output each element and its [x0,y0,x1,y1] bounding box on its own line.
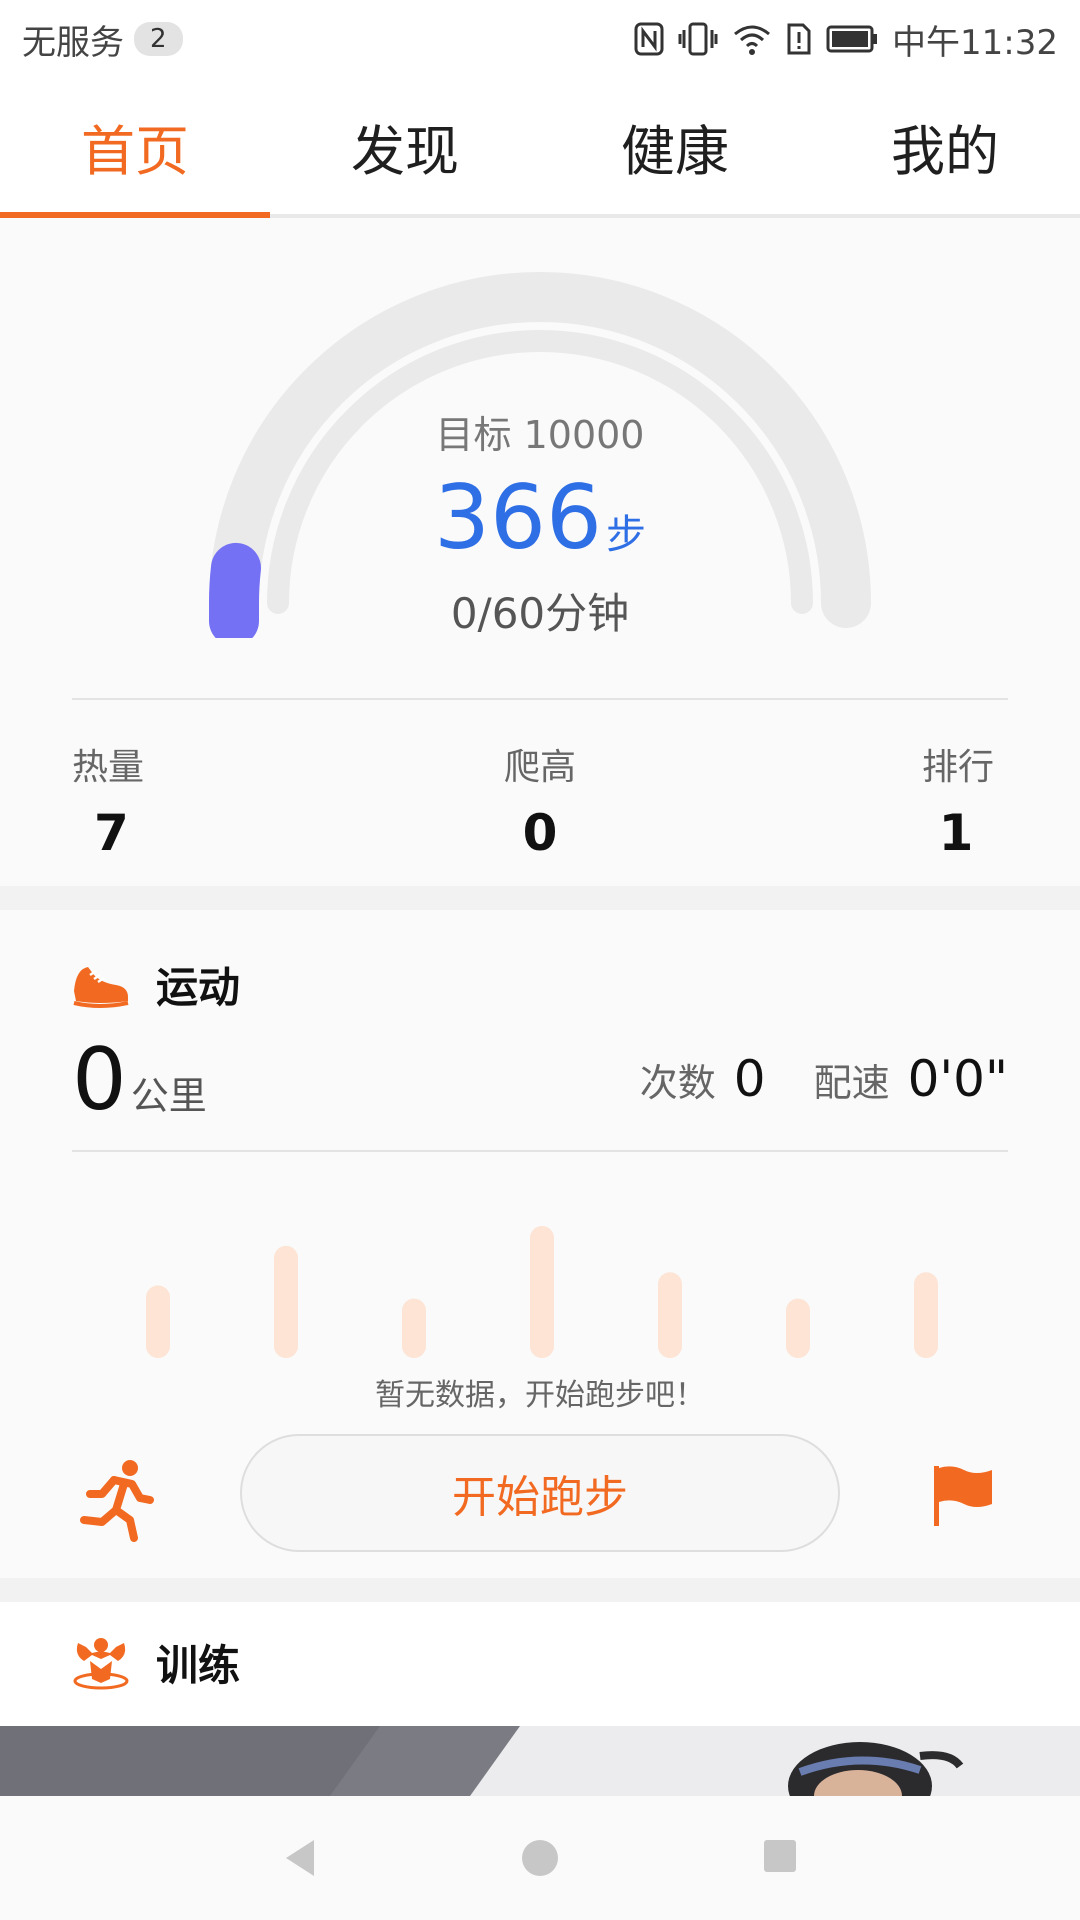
placeholder-bar [658,1272,682,1358]
tab-me[interactable]: 我的 [810,78,1080,214]
home-icon[interactable] [520,1838,560,1878]
step-count-line: 366 步 [0,466,1080,569]
placeholder-bar [914,1272,938,1358]
steps-divider [72,698,1008,700]
runner-icon[interactable] [80,1458,154,1542]
muscle-icon [73,1637,129,1689]
carrier-text: 无服务 [22,22,124,63]
recent-apps-icon[interactable] [762,1838,798,1874]
stat-label: 排行 [921,747,994,788]
run-action-row: 开始跑步 [0,1434,1080,1554]
placeholder-bar [146,1285,170,1358]
flag-icon[interactable] [930,1464,994,1528]
training-card[interactable]: 训练 [0,1602,1080,1796]
empty-state-text: 暂无数据，开始跑步吧！ [375,1378,705,1413]
status-right: 中午11:32 [634,15,1058,64]
wifi-icon [734,25,770,55]
placeholder-bar [274,1245,298,1358]
sim-alert-icon [787,23,811,55]
step-count: 366 [434,466,602,569]
system-nav-bar [0,1796,1080,1920]
step-goal-label: 目标 10000 [435,413,645,457]
start-running-button[interactable]: 开始跑步 [240,1434,840,1552]
stat-calories[interactable]: 热量 7 [72,738,144,862]
training-header: 训练 [70,1632,240,1693]
stat-ranking[interactable]: 排行 1 [918,738,994,862]
sim-count-badge: 2 [134,22,183,56]
training-title: 训练 [156,1641,241,1690]
top-tab-bar: 首页 发现 健康 我的 [0,78,1080,218]
stat-value: 0 [522,804,558,862]
back-icon[interactable] [282,1838,318,1878]
tab-home[interactable]: 首页 [0,78,270,218]
stat-label: 爬高 [503,747,576,788]
training-banner-image[interactable] [0,1726,1080,1796]
stat-climb[interactable]: 爬高 0 [500,738,580,862]
status-left: 无服务 2 [22,15,183,64]
placeholder-bar [530,1226,554,1358]
clock-text: 中午11:32 [892,22,1058,63]
placeholder-bar [786,1298,810,1358]
status-bar: 无服务 2 中午11:32 [0,0,1080,78]
exercise-card[interactable]: 运动 0 公里 次数 0 配速 0'0" 暂无数据，开始跑步吧！ 开始跑步 [0,910,1080,1578]
banner-photo [0,1726,1080,1796]
step-unit: 步 [605,512,646,558]
placeholder-bar-chart [146,1226,938,1358]
stat-value: 1 [938,804,974,862]
steps-card[interactable]: 目标 10000 366 步 0/60分钟 热量 7 爬高 0 排行 1 [0,218,1080,886]
battery-icon [826,25,878,53]
placeholder-bar [402,1298,426,1358]
tab-discover[interactable]: 发现 [270,78,540,214]
tab-health[interactable]: 健康 [540,78,810,214]
stat-label: 热量 [72,747,145,788]
vibrate-icon [678,22,718,56]
stat-value: 7 [94,804,129,862]
nfc-icon [634,22,664,56]
active-minutes: 0/60分钟 [450,589,630,638]
